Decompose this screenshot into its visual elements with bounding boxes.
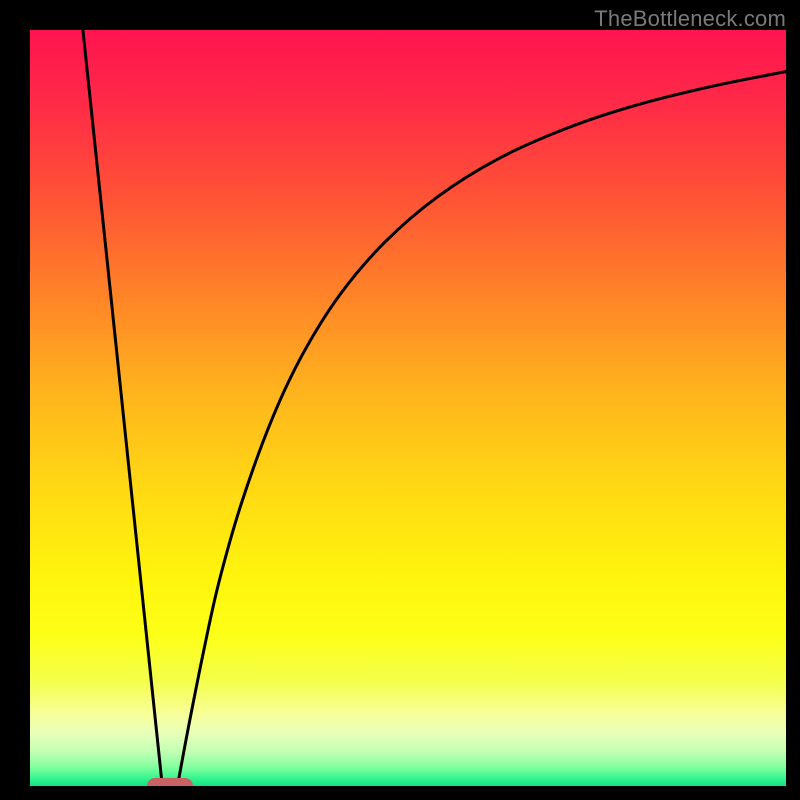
plot-area xyxy=(30,30,786,786)
watermark-text: TheBottleneck.com xyxy=(594,6,786,32)
curves-layer xyxy=(30,30,786,786)
left-line-path xyxy=(83,30,162,786)
chart-frame: TheBottleneck.com xyxy=(0,0,800,800)
right-curve-path xyxy=(177,72,786,786)
minimum-marker xyxy=(147,778,193,786)
